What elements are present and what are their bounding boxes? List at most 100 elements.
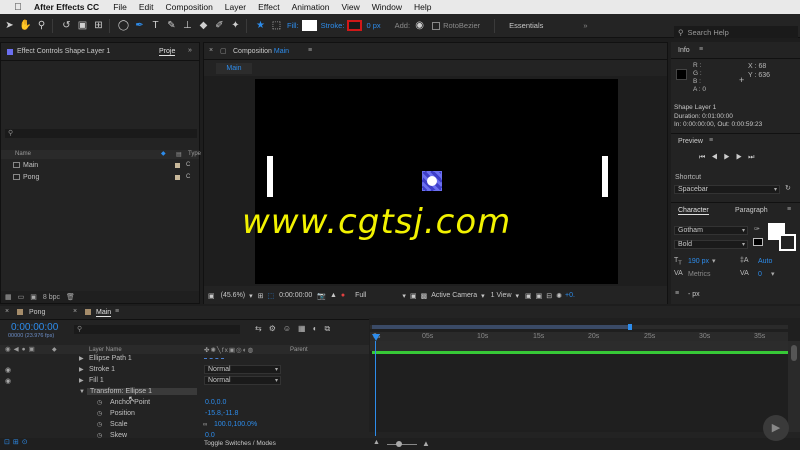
bit-depth-label[interactable]: 8 bpc	[43, 294, 60, 301]
stopwatch-icon[interactable]: ◷	[97, 399, 102, 406]
fast-previews-icon[interactable]: ▣	[410, 292, 417, 300]
graph-editor-icon[interactable]: ⧉	[324, 324, 337, 333]
layer-switches-pane-icon[interactable]: ⊡	[4, 439, 13, 446]
view-layout[interactable]: 1 View	[491, 292, 512, 299]
in-out-pane-icon[interactable]: ⊙	[22, 439, 31, 446]
menu-file[interactable]: File	[113, 2, 127, 12]
timeline-icon[interactable]: ▣	[536, 292, 543, 300]
font-family-select[interactable]: Gotham	[674, 226, 748, 235]
table-row[interactable]: ▶ Ellipse Path 1	[0, 353, 369, 364]
interpret-footage-icon[interactable]: ▦	[5, 293, 12, 301]
font-size-value[interactable]: 190 px	[688, 258, 709, 265]
menu-window[interactable]: Window	[372, 2, 402, 12]
search-help-field[interactable]: ⚲ Search Help	[674, 26, 798, 38]
clone-stamp-tool-icon[interactable]: ⊥	[181, 19, 194, 32]
eye-icon[interactable]: ◉	[5, 366, 11, 374]
camera-view[interactable]: Active Camera	[431, 292, 477, 299]
stroke-width-value[interactable]: 0 px	[366, 21, 380, 30]
menu-icon[interactable]: ≡	[787, 206, 791, 213]
comp-mini-flowchart-icon[interactable]: ⇆	[255, 324, 269, 333]
chevron-down-icon[interactable]: ▾	[402, 292, 406, 300]
menu-app[interactable]: After Effects CC	[34, 2, 99, 12]
zoom-slider-track[interactable]	[387, 444, 417, 445]
tab-pong[interactable]: Pong	[29, 309, 45, 316]
eye-icon[interactable]: ◉	[5, 346, 14, 353]
eraser-tool-icon[interactable]: ◆	[197, 19, 210, 32]
hand-tool-icon[interactable]: ✋	[19, 19, 32, 32]
font-style-select[interactable]: Bold	[674, 240, 748, 249]
playhead-line[interactable]	[375, 341, 376, 436]
preview-title[interactable]: Preview	[678, 138, 703, 145]
stroke-unit-value[interactable]: - px	[688, 291, 700, 298]
tab-paragraph[interactable]: Paragraph	[735, 207, 768, 214]
panel-close-icon[interactable]: »	[188, 47, 192, 54]
expand-arrow-icon[interactable]: ▶	[79, 355, 84, 362]
lock-icon[interactable]: ▣	[29, 346, 38, 353]
eye-icon[interactable]: ◉	[5, 377, 11, 385]
expand-arrow-icon[interactable]: ▶	[79, 366, 84, 373]
blend-mode-select[interactable]: Normal	[204, 376, 281, 385]
list-item[interactable]: Pong	[13, 174, 39, 181]
row-value[interactable]: 100.0,100.0%	[214, 421, 257, 428]
menu-layer[interactable]: Layer	[225, 2, 246, 12]
selection-tool-icon[interactable]: ➤	[3, 19, 16, 32]
row-value[interactable]: 0.0,0.0	[205, 399, 226, 406]
chevron-down-icon[interactable]: ▾	[481, 292, 485, 300]
left-paddle[interactable]	[267, 156, 273, 197]
workspace-essentials[interactable]: Essentials	[509, 21, 543, 30]
table-row[interactable]: ◷ Scale ∞ 100.0,100.0%	[0, 419, 369, 430]
audio-icon[interactable]: ◀	[14, 346, 22, 353]
last-frame-icon[interactable]: ⏭	[748, 154, 760, 161]
list-item[interactable]: Main	[13, 162, 38, 169]
chevron-down-icon[interactable]: ▾	[771, 270, 775, 278]
menu-effect[interactable]: Effect	[258, 2, 280, 12]
link-icon[interactable]: ∞	[203, 422, 207, 428]
puppet-tool-icon[interactable]: ✦	[229, 19, 242, 32]
snapshot-camera-icon[interactable]: 📷	[317, 292, 326, 300]
timecode[interactable]: 0:00:00:00	[279, 292, 312, 299]
label-color-swatch[interactable]	[175, 163, 180, 168]
table-row[interactable]: ▼ Transform: Ellipse 1	[0, 386, 369, 397]
zoom-out-icon[interactable]: ▲	[373, 439, 380, 446]
label-tag-icon[interactable]: ◆	[52, 346, 57, 353]
type-tool-icon[interactable]: T	[149, 19, 162, 32]
table-row[interactable]: ◷ Anchor Point 0.0,0.0	[0, 397, 369, 408]
shy-icon[interactable]: ☺	[283, 324, 298, 333]
menu-composition[interactable]: Composition	[166, 2, 213, 12]
blend-mode-select[interactable]: Normal	[204, 365, 281, 374]
first-frame-icon[interactable]: ⏮	[699, 154, 711, 161]
exposure-icon[interactable]: ✺	[556, 292, 562, 300]
label-tag-icon[interactable]: ◆	[161, 150, 166, 157]
column-type[interactable]: Type	[188, 151, 201, 157]
comp-canvas[interactable]	[255, 79, 618, 284]
menu-help[interactable]: Help	[414, 2, 431, 12]
close-icon[interactable]: ×	[5, 308, 9, 315]
reset-icon[interactable]: ↻	[785, 184, 791, 192]
tab-character[interactable]: Character	[678, 207, 709, 215]
stopwatch-icon[interactable]: ◷	[97, 410, 102, 417]
tab-effect-controls[interactable]: Effect Controls Shape Layer 1	[17, 48, 110, 55]
work-area-bar[interactable]	[372, 325, 630, 329]
resolution-value[interactable]: Full	[355, 292, 366, 299]
layer-duration-bar[interactable]	[372, 351, 788, 354]
prev-frame-icon[interactable]: ◀	[711, 154, 723, 161]
work-area-end-handle[interactable]	[628, 324, 632, 330]
close-icon[interactable]: ×	[209, 47, 213, 54]
new-composition-icon[interactable]: ▣	[30, 293, 37, 301]
table-row[interactable]: ◷ Position -15.8,-11.8	[0, 408, 369, 419]
rotobezier-checkbox[interactable]	[432, 21, 441, 30]
zoom-level[interactable]: (45.6%)	[221, 292, 246, 299]
playhead-icon[interactable]	[372, 334, 380, 341]
table-row[interactable]: ◉ ▶ Stroke 1 Normal	[0, 364, 369, 375]
stroke-color-swatch[interactable]	[779, 234, 796, 251]
comp-subtab-main[interactable]: Main	[216, 63, 252, 74]
ellipse-tool-icon[interactable]: ◯	[117, 19, 130, 32]
scrollbar-thumb[interactable]	[791, 345, 797, 361]
right-paddle[interactable]	[602, 156, 608, 197]
menu-edit[interactable]: Edit	[139, 2, 154, 12]
menu-icon[interactable]: ≡	[709, 137, 713, 144]
star-icon[interactable]: ★	[254, 19, 267, 32]
pixel-aspect-icon[interactable]: ▣	[525, 292, 532, 300]
column-name[interactable]: Name	[15, 151, 31, 157]
expand-arrow-icon[interactable]: ▶	[79, 377, 84, 384]
